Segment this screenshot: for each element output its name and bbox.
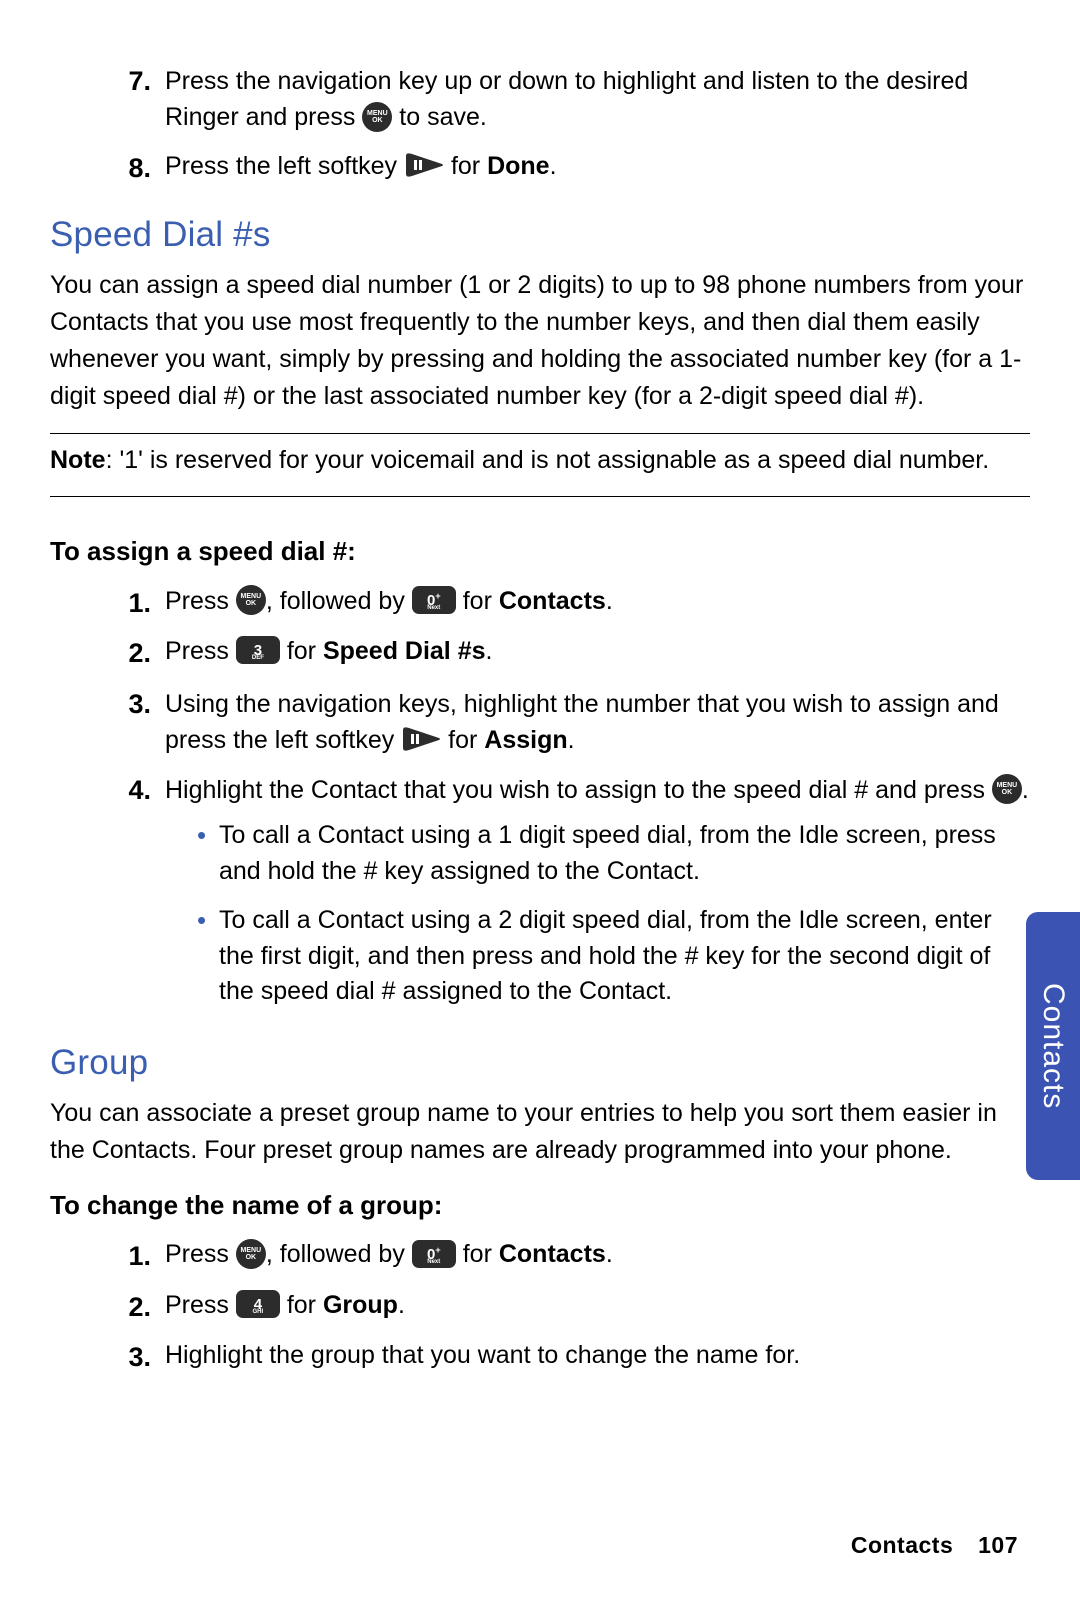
text: Press the navigation key up or down to h…	[165, 67, 968, 131]
subheading-change-group: To change the name of a group:	[50, 1187, 1030, 1225]
step-number: 8.	[50, 150, 165, 186]
text: , followed by	[266, 587, 412, 615]
key-3-icon: 3DEF	[236, 636, 280, 664]
footer-page-number: 107	[978, 1532, 1018, 1558]
step-text: Press the navigation key up or down to h…	[165, 63, 1030, 136]
step-text: Press 4GHI for Group.	[165, 1289, 1030, 1325]
bold-keyword: Contacts	[499, 587, 606, 615]
bullet-dot-icon: •	[197, 903, 219, 1010]
sd-step-2: 2. Press 3DEF for Speed Dial #s.	[50, 635, 1030, 671]
text: Press	[165, 1240, 236, 1268]
text: for	[448, 726, 484, 754]
menu-ok-icon	[236, 585, 266, 615]
text: .	[568, 726, 575, 754]
bold-keyword: Assign	[484, 726, 567, 754]
text: for	[287, 1291, 323, 1319]
key-0-icon: 0+Next	[412, 1240, 456, 1268]
bullet-text: To call a Contact using a 2 digit speed …	[219, 903, 1030, 1010]
bold-keyword: Group	[323, 1291, 398, 1319]
step-number: 1.	[50, 1238, 165, 1274]
key-4-icon: 4GHI	[236, 1290, 280, 1318]
text: Using the navigation keys, highlight the…	[165, 690, 999, 754]
step-text: Press the left softkey for Done.	[165, 150, 1030, 186]
sd-step-1: 1. Press , followed by 0+Next for Contac…	[50, 585, 1030, 621]
step-text: Highlight the Contact that you wish to a…	[165, 772, 1030, 1024]
group-steps: 1. Press , followed by 0+Next for Contac…	[50, 1238, 1030, 1375]
key-sub: GHI	[253, 1309, 264, 1315]
text: .	[606, 587, 613, 615]
text: for	[451, 152, 487, 180]
step-text: Press , followed by 0+Next for Contacts.	[165, 585, 1030, 621]
subheading-assign-speed-dial: To assign a speed dial #:	[50, 533, 1030, 571]
step-8: 8. Press the left softkey for Done.	[50, 150, 1030, 186]
menu-ok-icon	[362, 102, 392, 132]
group-intro: You can associate a preset group name to…	[50, 1095, 1030, 1169]
text: for	[463, 1240, 499, 1268]
text: Highlight the Contact that you wish to a…	[165, 776, 992, 804]
bullet-item: • To call a Contact using a 2 digit spee…	[197, 903, 1030, 1010]
step-7: 7. Press the navigation key up or down t…	[50, 63, 1030, 136]
side-tab-contacts: Contacts	[1026, 912, 1080, 1180]
bold-keyword: Contacts	[499, 1240, 606, 1268]
top-ordered-list: 7. Press the navigation key up or down t…	[50, 63, 1030, 186]
step-number: 7.	[50, 63, 165, 136]
bullet-dot-icon: •	[197, 818, 219, 889]
text: for	[463, 587, 499, 615]
note: Note: '1' is reserved for your voicemail…	[50, 442, 1030, 478]
menu-ok-icon	[992, 774, 1022, 804]
text: Highlight the group that you want to cha…	[165, 1341, 800, 1369]
left-softkey-icon	[401, 726, 441, 752]
divider	[50, 433, 1030, 434]
grp-step-1: 1. Press , followed by 0+Next for Contac…	[50, 1238, 1030, 1274]
page-footer: Contacts 107	[851, 1529, 1018, 1562]
step-number: 2.	[50, 1289, 165, 1325]
side-tab-label: Contacts	[1031, 983, 1075, 1109]
key-sub: Next	[427, 605, 440, 611]
section-heading-speed-dial: Speed Dial #s	[50, 210, 1030, 261]
grp-step-3: 3. Highlight the group that you want to …	[50, 1339, 1030, 1375]
step-number: 4.	[50, 772, 165, 1024]
key-sub: Next	[427, 1259, 440, 1265]
grp-step-2: 2. Press 4GHI for Group.	[50, 1289, 1030, 1325]
note-label: Note	[50, 446, 106, 474]
text: .	[398, 1291, 405, 1319]
step-text: Press 3DEF for Speed Dial #s.	[165, 635, 1030, 671]
step-text: Using the navigation keys, highlight the…	[165, 686, 1030, 759]
key-0-icon: 0+Next	[412, 586, 456, 614]
bullet-item: • To call a Contact using a 1 digit spee…	[197, 818, 1030, 889]
text: , followed by	[266, 1240, 412, 1268]
text: Press	[165, 587, 236, 615]
text: .	[1022, 776, 1029, 804]
section-heading-group: Group	[50, 1038, 1030, 1089]
bold-keyword: Speed Dial #s	[323, 637, 486, 665]
text: .	[606, 1240, 613, 1268]
key-sub: DEF	[252, 655, 264, 661]
menu-ok-icon	[236, 1239, 266, 1269]
sd-step-3: 3. Using the navigation keys, highlight …	[50, 686, 1030, 759]
step-number: 3.	[50, 686, 165, 759]
step-number: 1.	[50, 585, 165, 621]
speed-dial-steps: 1. Press , followed by 0+Next for Contac…	[50, 585, 1030, 1024]
speed-dial-intro: You can assign a speed dial number (1 or…	[50, 267, 1030, 415]
text: for	[287, 637, 323, 665]
footer-section: Contacts	[851, 1532, 953, 1558]
page-content: 7. Press the navigation key up or down t…	[0, 0, 1080, 1376]
text: Press the left softkey	[165, 152, 404, 180]
text: Press	[165, 1291, 236, 1319]
step-text: Press , followed by 0+Next for Contacts.	[165, 1238, 1030, 1274]
text: Press	[165, 637, 236, 665]
left-softkey-icon	[404, 152, 444, 178]
step-number: 2.	[50, 635, 165, 671]
note-text: : '1' is reserved for your voicemail and…	[106, 446, 990, 474]
text: .	[550, 152, 557, 180]
step-text: Highlight the group that you want to cha…	[165, 1339, 1030, 1375]
bullet-text: To call a Contact using a 1 digit speed …	[219, 818, 1030, 889]
bold-keyword: Done	[487, 152, 550, 180]
text: to save.	[399, 103, 487, 131]
sd-step-4: 4. Highlight the Contact that you wish t…	[50, 772, 1030, 1024]
sub-bullets: • To call a Contact using a 1 digit spee…	[165, 818, 1030, 1010]
divider	[50, 496, 1030, 497]
step-number: 3.	[50, 1339, 165, 1375]
text: .	[486, 637, 493, 665]
